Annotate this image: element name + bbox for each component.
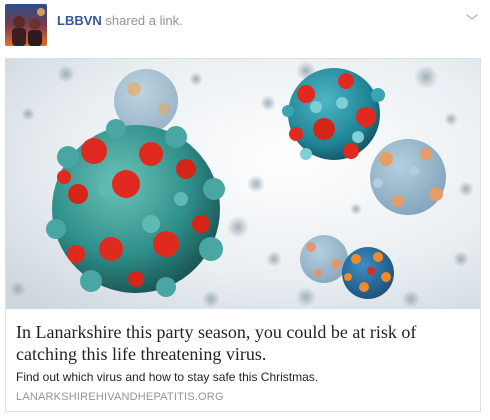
link-preview-card[interactable]: In Lanarkshire this party season, you co… [5,58,481,412]
virus-illustration [6,59,480,309]
link-title[interactable]: In Lanarkshire this party season, you co… [16,321,476,365]
avatar[interactable] [5,4,47,46]
feed-post: LBBVN shared a link. In Lanarkshire this… [0,0,490,420]
post-header: LBBVN shared a link. [5,4,485,52]
post-actor-line: LBBVN shared a link. [57,13,183,29]
link-description: Find out which virus and how to stay saf… [16,370,319,384]
post-action-text: shared a link. [105,13,183,28]
actor-name-link[interactable]: LBBVN [57,13,102,28]
link-preview-image[interactable] [6,59,480,309]
link-preview-text[interactable]: In Lanarkshire this party season, you co… [6,309,480,411]
post-options-button[interactable] [463,8,481,26]
link-domain: LANARKSHIREHIVANDHEPATITIS.ORG [16,391,224,403]
chevron-down-icon [466,14,478,20]
